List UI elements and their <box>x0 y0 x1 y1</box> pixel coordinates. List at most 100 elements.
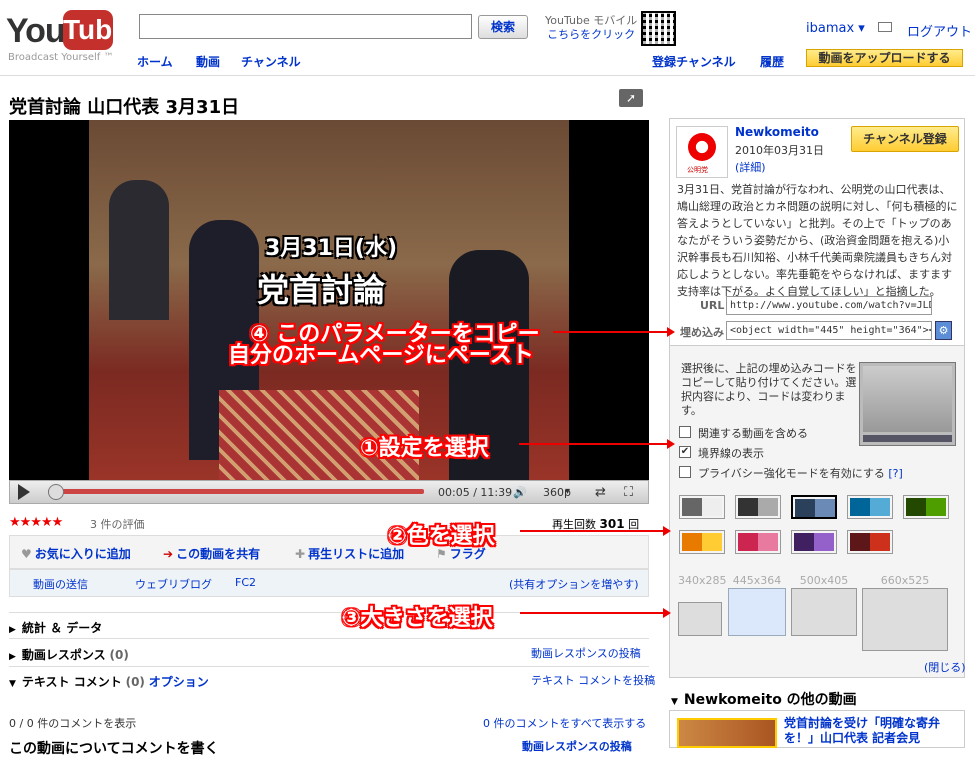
responses-section[interactable]: ▶ 動画レスポンス (0) <box>9 646 129 663</box>
share-button[interactable]: ➔ この動画を共有 <box>163 545 260 562</box>
embed-code-field[interactable]: <object width="445" height="364"><param <box>726 321 932 340</box>
nav-channels[interactable]: チャンネル <box>241 53 301 70</box>
favorite-button[interactable]: ♥ お気に入りに追加 <box>21 545 131 562</box>
comments-title: テキスト コメント <box>21 675 122 689</box>
color-swatch[interactable] <box>847 495 893 519</box>
channel-name[interactable]: Newkomeito <box>735 125 819 139</box>
color-swatch[interactable] <box>679 495 725 519</box>
gear-icon[interactable]: ⚙ <box>935 321 952 340</box>
size-option-340[interactable] <box>678 602 722 636</box>
chevron-down-icon[interactable]: ▾ <box>565 486 570 497</box>
header-divider <box>0 75 975 76</box>
annotation-arrow <box>520 526 671 536</box>
video-player[interactable]: 3月31日(水) 党首討論 <box>9 120 649 480</box>
upload-date: 2010年03月31日 <box>735 144 824 157</box>
mobile-link[interactable]: YouTube モバイル こちらをクリック <box>545 14 637 42</box>
video-thumbnail[interactable] <box>677 718 777 748</box>
more-share-options-link[interactable]: (共有オプションを増やす) <box>509 576 639 592</box>
size-option-445[interactable] <box>728 588 786 636</box>
plus-icon: ✚ <box>295 547 306 561</box>
swatch-primary <box>682 498 702 516</box>
rating-stars[interactable]: ★★★★★ <box>9 515 63 530</box>
popout-arrow-icon[interactable]: ➚ <box>619 89 643 107</box>
logo-you: You <box>6 12 66 50</box>
swatch-primary <box>795 499 815 517</box>
nav-videos[interactable]: 動画 <box>196 53 220 70</box>
share-blog-link[interactable]: ウェブリブログ <box>135 576 212 592</box>
share-fc2-link[interactable]: FC2 <box>235 576 256 589</box>
related-video-title[interactable]: 党首討論を受け「明確な寄弁を！」山口代表 記者会見 <box>784 716 960 746</box>
swatch-primary <box>906 498 926 516</box>
logo-tube: Tube <box>63 10 128 50</box>
embed-label: 埋め込み <box>680 326 724 339</box>
other-videos-heading[interactable]: ▼ Newkomeito の他の動画 <box>671 689 857 709</box>
close-link[interactable]: (閉じる) <box>924 659 966 675</box>
swatch-secondary <box>815 499 835 517</box>
volume-icon[interactable]: 🔊 <box>513 486 533 499</box>
color-swatch[interactable] <box>847 530 893 554</box>
upload-button[interactable]: 動画をアップロードする <box>806 49 963 67</box>
triangle-right-icon: ▶ <box>9 652 16 662</box>
embed-options-note: 選択後に、上記の埋め込みコードをコピーして貼り付けてください。選択内容により、コ… <box>681 362 857 417</box>
favorite-label: お気に入りに追加 <box>34 547 131 561</box>
youtube-logo[interactable]: You Tube Broadcast Yourself ™ <box>6 8 128 68</box>
swatch-secondary <box>870 498 890 516</box>
nav-home[interactable]: ホーム <box>137 53 173 70</box>
size-label-445: 445x364 <box>732 574 782 587</box>
color-swatch[interactable] <box>735 530 781 554</box>
logout-link[interactable]: ログアウト <box>907 21 972 40</box>
swatch-secondary <box>702 533 722 551</box>
post-response-link[interactable]: 動画レスポンスの投稿 <box>531 645 641 661</box>
comments-options-link[interactable]: オプション <box>149 675 209 689</box>
divider <box>9 638 649 639</box>
color-swatch[interactable] <box>735 495 781 519</box>
related-label: 関連する動画を含める <box>698 427 808 440</box>
color-swatch[interactable] <box>791 530 837 554</box>
fullscreen-icon[interactable]: ⛶ <box>624 485 633 500</box>
size-option-500[interactable] <box>791 588 857 636</box>
share-send-link[interactable]: 動画の送信 <box>33 576 88 592</box>
post-comment-link[interactable]: テキスト コメントを投稿 <box>531 672 655 688</box>
mail-icon[interactable] <box>878 22 892 32</box>
embed-preview <box>859 362 956 446</box>
avatar-caption: 公明党 <box>687 166 708 174</box>
search-button[interactable]: 検索 <box>478 15 528 39</box>
swatch-primary <box>850 498 870 516</box>
progress-handle[interactable] <box>47 484 64 500</box>
stats-section[interactable]: ▶ 統計 ＆ データ <box>9 619 102 636</box>
related-checkbox[interactable] <box>679 426 691 438</box>
views-number: 301 <box>599 517 625 531</box>
color-swatch[interactable] <box>679 530 725 554</box>
rating-count: 3 件の評価 <box>90 518 145 531</box>
color-swatch[interactable] <box>903 495 949 519</box>
border-checkbox[interactable]: ✔ <box>679 446 691 458</box>
nav-history[interactable]: 履歴 <box>760 53 784 70</box>
privacy-checkbox[interactable] <box>679 466 691 478</box>
avatar[interactable]: 公明党 <box>676 126 728 178</box>
url-label: URL <box>700 299 725 312</box>
play-icon[interactable] <box>18 484 30 500</box>
search-input[interactable] <box>139 14 472 39</box>
annotation-select-size: ③大きさを選択 <box>342 606 493 631</box>
popout-icon[interactable]: ⇄ <box>595 485 606 500</box>
qr-code-icon <box>641 11 676 46</box>
write-response-link[interactable]: 動画レスポンスの投稿 <box>522 738 632 754</box>
swatch-primary <box>682 533 702 551</box>
comments-section[interactable]: ▼ テキスト コメント (0) オプション <box>9 673 209 690</box>
user-menu[interactable]: ibamax ▾ <box>806 21 865 36</box>
mobile-click-link[interactable]: こちらをクリック <box>545 28 637 42</box>
url-field[interactable]: http://www.youtube.com/watch?v=JLDe1n1 <box>726 296 932 315</box>
preview-screen <box>863 366 952 432</box>
komeito-logo-icon <box>688 133 716 161</box>
show-all-comments-link[interactable]: 0 件のコメントをすべて表示する <box>483 715 646 731</box>
subscribe-button[interactable]: チャンネル登録 <box>851 126 959 152</box>
swatch-primary <box>738 498 758 516</box>
progress-bar[interactable] <box>48 489 424 494</box>
details-link[interactable]: (詳細) <box>735 159 766 175</box>
annotation-arrow <box>520 608 671 618</box>
privacy-help-link[interactable]: [?] <box>888 467 902 480</box>
video-description: 3月31日、党首討論が行なわれ、公明党の山口代表は、鳩山総理の政治とカネ問題の説… <box>677 183 958 298</box>
nav-subscriptions[interactable]: 登録チャンネル <box>652 53 736 70</box>
color-swatch[interactable] <box>791 495 837 519</box>
size-option-660[interactable] <box>862 588 948 651</box>
